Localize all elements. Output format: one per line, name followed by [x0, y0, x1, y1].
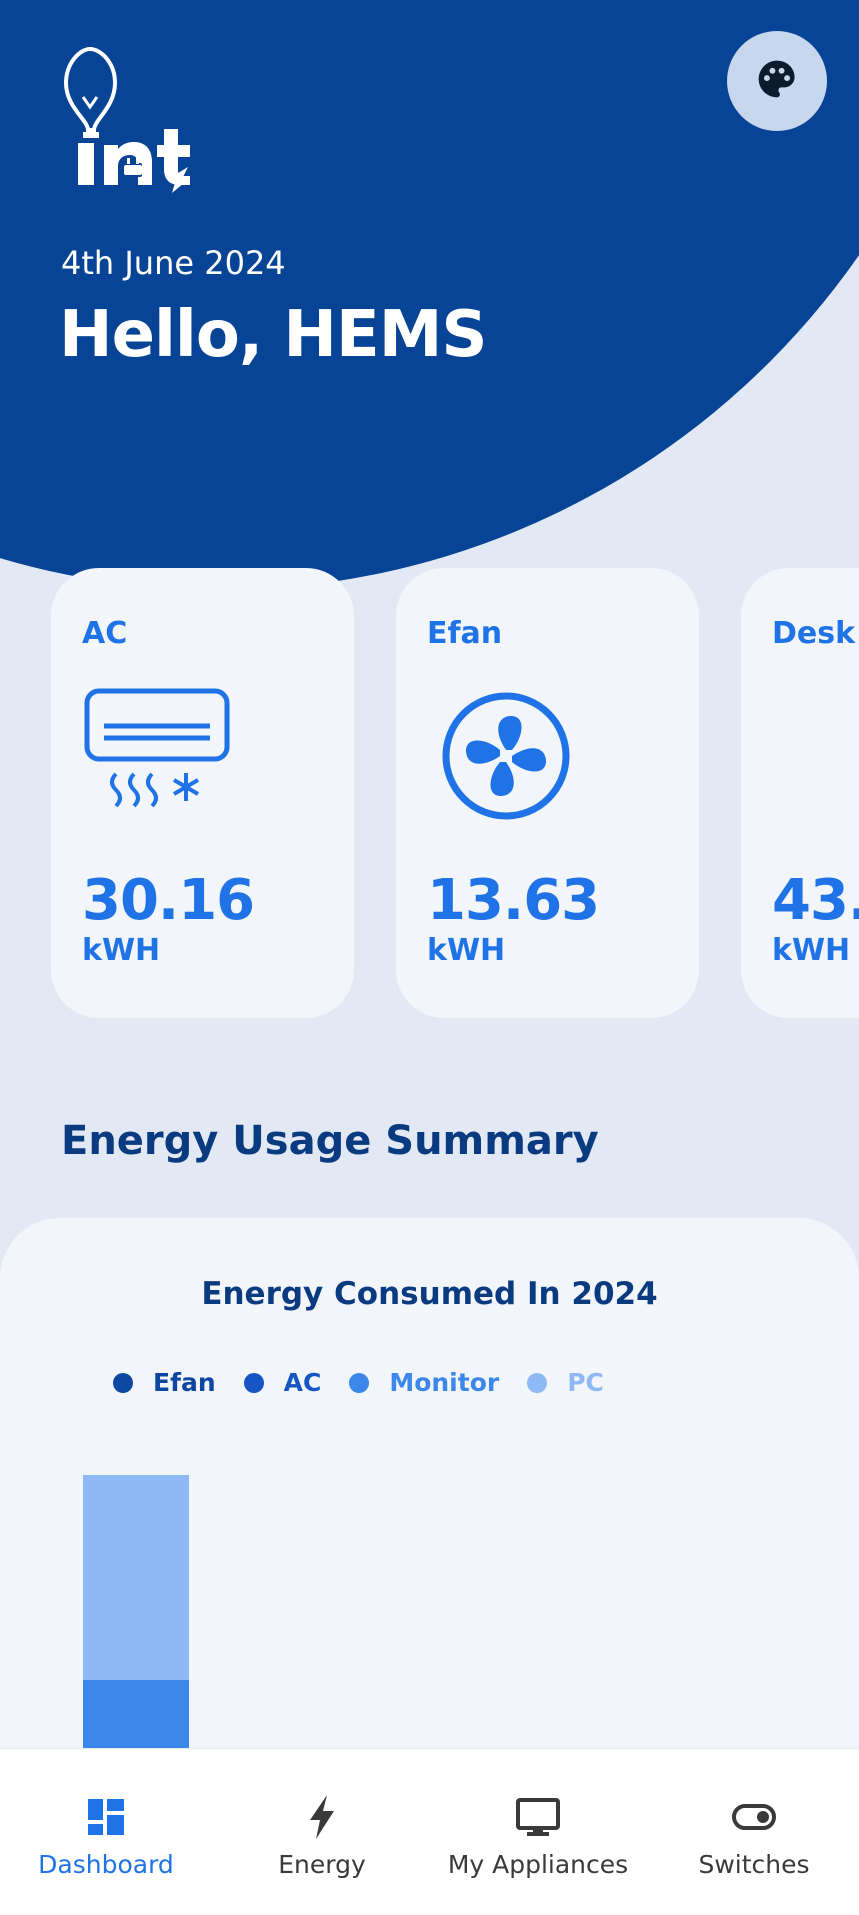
legend-label: Efan — [153, 1368, 216, 1397]
theme-button[interactable] — [727, 31, 827, 131]
bar-segment-pc[interactable] — [83, 1475, 189, 1680]
bar-segment-monitor[interactable] — [83, 1680, 189, 1748]
legend-label: PC — [567, 1368, 604, 1397]
lightning-icon — [222, 1794, 422, 1840]
legend-item-ac[interactable]: AC — [243, 1368, 322, 1397]
appliance-card-desk[interactable]: Desk 43. kWH — [741, 568, 859, 1018]
int-bulb-logo — [60, 45, 225, 195]
nav-dashboard[interactable]: Dashboard — [6, 1794, 206, 1879]
legend-swatch — [527, 1372, 548, 1393]
nav-label: Switches — [698, 1850, 810, 1879]
chart-legend: Efan AC Monitor PC — [113, 1368, 632, 1397]
toggle-icon — [654, 1794, 854, 1840]
dashboard-icon — [6, 1794, 206, 1840]
nav-label: Dashboard — [38, 1850, 174, 1879]
nav-my-appliances[interactable]: My Appliances — [438, 1794, 638, 1879]
appliance-name: Desk — [772, 616, 856, 651]
air-conditioner-icon — [82, 688, 232, 822]
energy-value: 43. — [772, 868, 859, 933]
legend-label: AC — [283, 1368, 322, 1397]
energy-unit: kWH — [427, 933, 506, 968]
legend-item-monitor[interactable]: Monitor — [349, 1368, 499, 1397]
monitor-icon — [438, 1794, 638, 1840]
appliance-name: Efan — [427, 616, 503, 651]
energy-value: 13.63 — [427, 868, 600, 933]
palette-icon — [755, 57, 799, 105]
appliance-name: AC — [82, 616, 128, 651]
legend-swatch — [243, 1372, 264, 1393]
legend-swatch — [113, 1372, 133, 1393]
greeting-title: Hello, HEMS — [59, 298, 487, 372]
section-title: Energy Usage Summary — [61, 1118, 599, 1164]
energy-value: 30.16 — [82, 868, 255, 933]
energy-unit: kWH — [772, 933, 851, 968]
nav-switches[interactable]: Switches — [654, 1794, 854, 1879]
energy-unit: kWH — [82, 933, 161, 968]
chart-title: Energy Consumed In 2024 — [201, 1276, 658, 1312]
energy-bar-chart — [83, 1475, 189, 1748]
legend-item-pc[interactable]: PC — [527, 1368, 604, 1397]
legend-item-efan[interactable]: Efan — [113, 1368, 216, 1397]
nav-energy[interactable]: Energy — [222, 1794, 422, 1879]
dashboard-screen: 4th June 2024 Hello, HEMS AC 30.16 kWH E… — [0, 0, 859, 1915]
appliance-card-ac[interactable]: AC 30.16 kWH — [51, 568, 354, 1018]
nav-label: My Appliances — [447, 1850, 629, 1879]
current-date: 4th June 2024 — [61, 244, 286, 282]
bottom-navigation: Dashboard Energy My Appliances Switches — [0, 1748, 859, 1915]
fan-icon — [438, 688, 574, 828]
appliance-card-efan[interactable]: Efan 13.63 kWH — [396, 568, 699, 1018]
legend-label: Monitor — [389, 1368, 500, 1397]
legend-swatch — [349, 1372, 370, 1393]
nav-label: Energy — [278, 1850, 366, 1879]
